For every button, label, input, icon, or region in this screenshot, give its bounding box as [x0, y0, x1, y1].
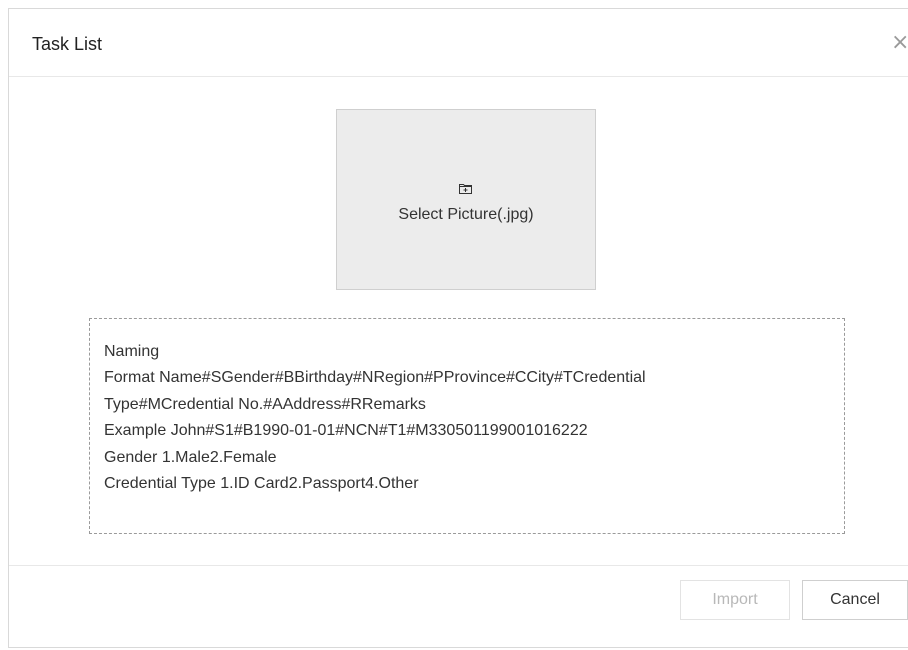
- cancel-button[interactable]: Cancel: [802, 580, 908, 620]
- close-icon[interactable]: ×: [891, 29, 908, 57]
- naming-heading: Naming: [104, 343, 160, 360]
- naming-format-line: Format Name#SGender#BBirthday#NRegion#PP…: [104, 369, 646, 387]
- naming-credential-type-line: Credential Type 1.ID Card2.Passport4.Oth…: [104, 475, 419, 493]
- select-picture-button[interactable]: Select Picture(.jpg): [336, 109, 596, 290]
- import-button[interactable]: Import: [680, 580, 790, 620]
- naming-format-line-continued: Type#MCredential No.#AAddress#RRemarks: [104, 395, 426, 413]
- dialog-header: Task List ×: [9, 9, 908, 77]
- dialog-title: Task List: [32, 34, 103, 54]
- naming-rules-box: Naming Format Name#SGender#BBirthday#NRe…: [89, 318, 845, 534]
- select-picture-label: Select Picture(.jpg): [398, 206, 534, 223]
- dialog-footer: Import Cancel: [9, 565, 908, 650]
- folder-icon: [459, 184, 472, 194]
- naming-gender-line: Gender 1.Male2.Female: [104, 448, 277, 466]
- task-list-dialog: Task List × Select Picture(.jpg) Naming …: [8, 8, 908, 648]
- naming-example-line: Example John#S1#B1990-01-01#NCN#T1#M3305…: [104, 422, 588, 440]
